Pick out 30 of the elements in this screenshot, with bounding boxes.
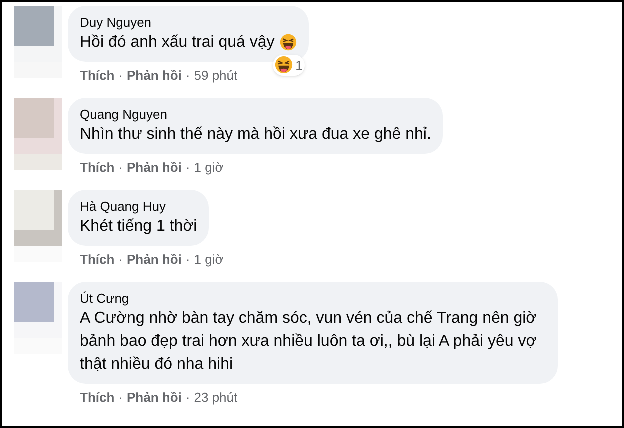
commenter-name[interactable]: Duy Nguyen: [80, 14, 297, 31]
separator-dot: ·: [118, 390, 124, 406]
like-link[interactable]: Thích: [80, 390, 115, 406]
like-link[interactable]: Thích: [80, 160, 115, 176]
comment-text: Hồi đó anh xấu trai quá vậy: [80, 33, 275, 53]
reply-link[interactable]: Phản hồi: [127, 252, 182, 268]
reply-link[interactable]: Phản hồi: [127, 68, 182, 84]
commenter-name[interactable]: Hà Quang Huy: [80, 198, 198, 215]
separator-dot: ·: [118, 160, 124, 176]
separator-dot: ·: [186, 68, 190, 84]
like-link[interactable]: Thích: [80, 252, 115, 268]
comment-time[interactable]: 23 phút: [194, 390, 238, 406]
commenter-name[interactable]: Quang Nguyen: [80, 106, 432, 123]
like-link[interactable]: Thích: [80, 68, 115, 84]
comment-time[interactable]: 1 giờ: [194, 252, 224, 268]
separator-dot: ·: [118, 252, 124, 268]
comment-text: A Cường nhờ bàn tay chăm sóc, vun vén của chế Trang nên giờ bảnh bao đẹp trai hơn xưa nhiều luôn ta ơi,, bù lại A phải yêu vợ thật nhiều đó nha hihi: [80, 309, 538, 375]
comment-text: Nhìn thư sinh thế này mà hồi xưa đua xe ghê nhỉ.: [80, 125, 432, 145]
separator-dot: ·: [186, 160, 190, 176]
comment-time[interactable]: 59 phút: [194, 68, 238, 84]
separator-dot: ·: [186, 252, 190, 268]
separator-dot: ·: [186, 390, 190, 406]
comment-time[interactable]: 1 giờ: [194, 160, 224, 176]
comment-text: Khét tiếng 1 thời: [80, 217, 198, 237]
reaction-badge[interactable]: 1: [272, 54, 305, 76]
commenter-name[interactable]: Út Cưng: [80, 290, 546, 307]
reply-link[interactable]: Phản hồi: [127, 390, 182, 406]
reply-link[interactable]: Phản hồi: [127, 160, 182, 176]
laughing-emoji-icon: [274, 56, 293, 74]
separator-dot: ·: [118, 68, 124, 84]
